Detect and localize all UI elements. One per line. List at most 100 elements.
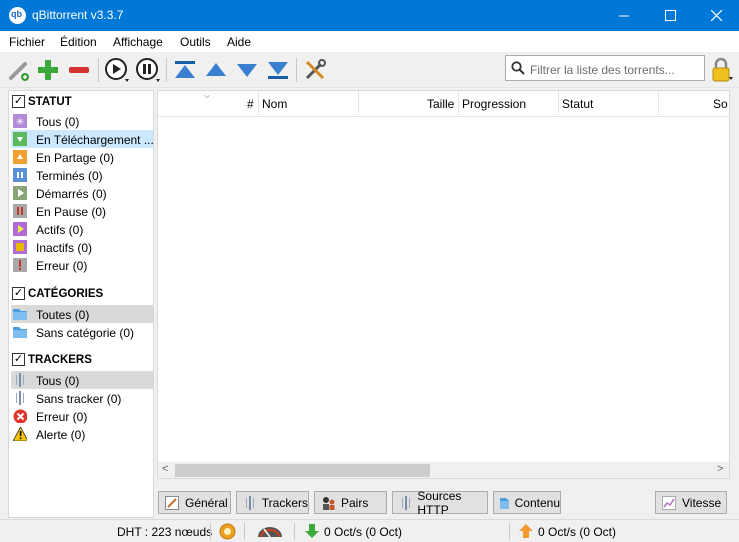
menu-edition[interactable]: Édition [60,35,97,49]
status-section-checkbox[interactable]: ✓ [12,95,25,108]
sort-indicator-icon: ⌵ [204,91,211,100]
general-icon [165,495,179,510]
svg-text:✳: ✳ [16,117,24,128]
http-sources-icon [402,495,410,510]
column-header-progress[interactable]: Progression [462,97,526,111]
status-section-header[interactable]: ✓ STATUT [9,93,153,111]
horizontal-scrollbar[interactable]: < > [158,462,729,478]
add-link-icon[interactable] [6,57,32,83]
column-header-seeds[interactable]: So [713,97,728,111]
column-header-size[interactable]: Taille [427,97,454,111]
column-header-number[interactable]: # [247,97,254,111]
tab-general[interactable]: Général [158,491,231,514]
menu-bar: Fichier Édition Affichage Outils Aide [0,31,739,52]
categories-section-heading: CATÉGORIES [28,288,104,300]
status-item-completed[interactable]: Terminés (0) [11,166,153,184]
lock-icon[interactable] [711,57,733,86]
categories-section-checkbox[interactable]: ✓ [12,287,25,300]
table-header: ⌵ # Nom Taille Progression Statut So [158,91,729,117]
status-item-active[interactable]: Actifs (0) [11,220,153,238]
scroll-left-icon[interactable]: < [162,463,168,475]
tab-trackers[interactable]: Trackers [236,491,309,514]
seeding-icon [13,150,27,164]
content-icon [500,497,509,509]
status-separator [210,523,211,540]
scrollbar-thumb[interactable] [175,464,430,477]
tracker-item-trackerless[interactable]: Sans tracker (0) [11,389,153,407]
status-item-downloading[interactable]: En Téléchargement ... [11,130,154,148]
tracker-item-label: Sans tracker (0) [36,392,122,406]
search-icon [511,61,525,75]
status-item-error[interactable]: Erreur (0) [11,256,153,274]
categories-section-header[interactable]: ✓ CATÉGORIES [9,285,153,303]
inactive-icon [13,240,27,254]
tab-peers[interactable]: Pairs [314,491,387,514]
folder-icon [13,309,27,320]
error-icon [13,258,27,272]
column-header-name[interactable]: Nom [262,97,287,111]
menu-affichage[interactable]: Affichage [113,35,163,49]
status-bar: DHT : 223 nœuds 0 Oct/s (0 Oct) 0 Oct/s … [0,519,739,542]
trackers-section-checkbox[interactable]: ✓ [12,353,25,366]
error-circle-icon [13,409,27,423]
tab-label: Contenu [514,495,560,510]
connection-status-icon[interactable] [219,523,236,540]
status-item-label: Terminés (0) [36,169,103,183]
status-item-inactive[interactable]: Inactifs (0) [11,238,153,256]
completed-icon [13,168,27,182]
tracker-item-error[interactable]: Erreur (0) [11,407,153,425]
add-torrent-icon[interactable] [35,57,61,83]
status-separator [509,523,510,540]
tracker-icon [16,391,24,405]
tracker-item-warning[interactable]: Alerte (0) [11,425,153,443]
tab-content[interactable]: Contenu [493,491,561,514]
status-item-paused[interactable]: En Pause (0) [11,202,153,220]
status-item-seeding[interactable]: En Partage (0) [11,148,153,166]
move-down-icon[interactable] [234,57,260,83]
download-arrow-icon [305,524,319,538]
qbittorrent-logo-icon [9,7,26,24]
tab-speed[interactable]: Vitesse [655,491,727,514]
search-input[interactable]: Filtrer la liste des torrents... [505,55,705,81]
move-top-icon[interactable] [172,57,198,83]
remove-icon[interactable] [66,57,92,83]
status-item-label: En Pause (0) [36,205,107,219]
column-header-status[interactable]: Statut [562,97,593,111]
resume-icon[interactable] [104,57,130,83]
options-icon[interactable] [302,57,328,83]
category-item-uncategorized[interactable]: Sans catégorie (0) [11,323,153,341]
status-item-label: En Téléchargement ... [36,133,154,147]
move-up-icon[interactable] [203,57,229,83]
sidebar: ✓ STATUT ✳ Tous (0) En Téléchargement ..… [8,90,154,518]
close-button[interactable] [693,0,739,31]
speed-limit-icon[interactable] [256,524,284,539]
maximize-button[interactable] [647,0,693,31]
minimize-button[interactable] [601,0,647,31]
menu-outils[interactable]: Outils [180,35,211,49]
torrent-list[interactable]: ⌵ # Nom Taille Progression Statut So < > [157,90,730,479]
column-separator [558,91,559,115]
category-item-all[interactable]: Toutes (0) [11,305,153,323]
trackers-section-header[interactable]: ✓ TRACKERS [9,351,153,369]
status-item-all[interactable]: ✳ Tous (0) [11,112,153,130]
pause-icon[interactable] [135,57,161,83]
scroll-right-icon[interactable]: > [717,463,723,475]
upload-speed: 0 Oct/s (0 Oct) [538,525,617,539]
toolbar-separator [166,58,167,82]
menu-fichier[interactable]: Fichier [9,35,45,49]
status-item-label: Tous (0) [36,115,80,129]
move-bottom-icon[interactable] [265,57,291,83]
tab-label: Général [185,495,228,510]
tab-http-sources[interactable]: Sources HTTP [392,489,488,517]
tracker-item-all[interactable]: Tous (0) [11,371,153,389]
warning-icon [13,427,27,441]
menu-aide[interactable]: Aide [227,35,251,49]
tab-label: Vitesse [682,495,722,510]
status-item-resumed[interactable]: Démarrés (0) [11,184,153,202]
category-item-label: Toutes (0) [36,308,90,322]
download-speed: 0 Oct/s (0 Oct) [324,525,403,539]
peers-icon [323,496,335,510]
tracker-item-label: Tous (0) [36,374,80,388]
column-separator [258,91,259,115]
status-item-label: Actifs (0) [36,223,84,237]
